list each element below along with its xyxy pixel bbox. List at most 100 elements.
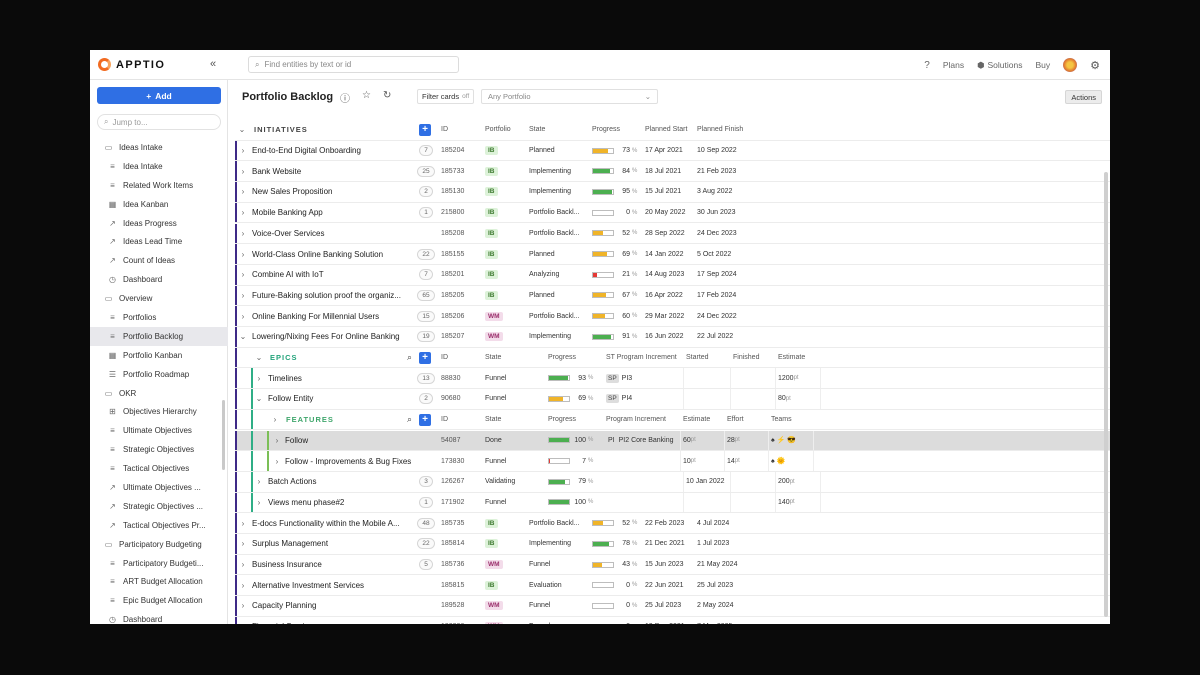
solutions-link[interactable]: ⬢ Solutions xyxy=(977,60,1022,71)
apptio-logo[interactable]: APPTIO xyxy=(98,58,165,71)
initiative-row[interactable]: › Business Insurance 5 185736 WM Funnel 43% 15 … xyxy=(235,554,1110,576)
sidebar-item[interactable]: ≡ ART Budget Allocation xyxy=(90,572,228,591)
initiative-row[interactable]: › Combine AI with IoT 7 185201 IB Analyzing 21… xyxy=(235,264,1110,286)
sidebar-item[interactable]: ◷ Dashboard xyxy=(90,270,228,289)
initiative-row[interactable]: › Capacity Planning 189528 WM Funnel 0% 25 Jul… xyxy=(235,596,1110,617)
chevron-right-icon[interactable]: › xyxy=(238,575,248,595)
sidebar-item[interactable]: ↗ Tactical Objectives Pr... xyxy=(90,516,228,535)
sidebar-item[interactable]: ▦ Portfolio Kanban xyxy=(90,346,228,365)
sidebar-item[interactable]: ≡ Related Work Items xyxy=(90,176,228,195)
chevron-right-icon[interactable]: › xyxy=(238,617,248,624)
initiative-name[interactable]: Business Insurance xyxy=(252,555,420,575)
sidebar-item[interactable]: ↗ Count of Ideas xyxy=(90,251,228,270)
sidebar-item[interactable]: ≡ Idea Intake xyxy=(90,157,228,176)
feature-name[interactable]: Follow - Improvements & Bug Fixes xyxy=(285,451,425,471)
sidebar-item[interactable]: ↗ Strategic Objectives ... xyxy=(90,497,228,516)
initiative-row[interactable]: › Future-Baking solution proof the organi… xyxy=(235,285,1110,307)
chevron-right-icon[interactable]: › xyxy=(254,493,264,513)
initiative-row[interactable]: ⌄ Lowering/Nixing Fees For Online Banking… xyxy=(235,327,1110,348)
sidebar-item[interactable]: ▦ Idea Kanban xyxy=(90,195,228,214)
help-icon[interactable]: ? xyxy=(924,60,930,71)
initiative-row[interactable]: › Voice-Over Services 185208 IB Portfolio Ba… xyxy=(235,223,1110,245)
epic-name[interactable]: Follow Entity xyxy=(268,389,418,409)
add-feature-button[interactable]: + xyxy=(419,410,433,430)
initiative-name[interactable]: Surplus Management xyxy=(252,534,420,554)
sidebar-item[interactable]: ≡ Participatory Budgeti... xyxy=(90,554,228,573)
features-header[interactable]: › FEATURES ⌕ + ID State Progress Program Increm… xyxy=(235,409,1110,431)
chevron-right-icon[interactable]: › xyxy=(238,534,248,554)
filter-cards-toggle[interactable]: Filter cards off xyxy=(417,89,475,104)
sidebar-item[interactable]: ▭ OKR xyxy=(90,384,228,403)
actions-button[interactable]: Actions xyxy=(1065,90,1102,104)
chevron-right-icon[interactable]: › xyxy=(238,265,248,285)
sidebar-item[interactable]: ↗ Ideas Progress xyxy=(90,214,228,233)
initiative-row[interactable]: › Surplus Management 22 185814 IB Implementin… xyxy=(235,534,1110,555)
add-button[interactable]: + Add xyxy=(97,87,221,104)
chevron-right-icon[interactable]: › xyxy=(238,306,248,326)
info-icon[interactable]: ⓘ xyxy=(340,90,350,105)
chevron-right-icon[interactable]: › xyxy=(238,513,248,533)
chevron-right-icon[interactable]: › xyxy=(238,286,248,306)
chevron-right-icon[interactable]: › xyxy=(254,368,264,388)
sidebar-item[interactable]: ↗ Ultimate Objectives ... xyxy=(90,478,228,497)
chevron-right-icon[interactable]: › xyxy=(254,472,264,492)
search-icon[interactable]: ⌕ xyxy=(407,410,417,430)
portfolio-select[interactable]: Any Portfolio ⌄ xyxy=(481,89,658,104)
sidebar-item[interactable]: ↗ Ideas Lead Time xyxy=(90,232,228,251)
chevron-right-icon[interactable]: › xyxy=(238,244,248,264)
epic-row[interactable]: › Views menu phase#2 1 171902 Funnel 100% 140 p… xyxy=(235,492,1110,514)
sidebar-item[interactable]: ⊞ Objectives Hierarchy xyxy=(90,402,228,421)
chevron-right-icon[interactable]: › xyxy=(238,182,248,202)
chevron-right-icon[interactable]: › xyxy=(272,451,282,471)
chevron-down-icon[interactable]: ⌄ xyxy=(254,389,264,409)
sidebar-item[interactable]: ≡ Portfolio Backlog xyxy=(90,326,228,346)
initiative-row[interactable]: › New Sales Proposition 2 185130 IB Implement… xyxy=(235,182,1110,203)
initiative-name[interactable]: New Sales Proposition xyxy=(252,182,420,202)
buy-link[interactable]: Buy xyxy=(1035,60,1050,70)
epics-header[interactable]: ⌄ EPICS ⌕ + ID State Progress ST Program Increm… xyxy=(235,347,1110,369)
sidebar-item[interactable]: ≡ Epic Budget Allocation xyxy=(90,591,228,610)
initiative-name[interactable]: Capacity Planning xyxy=(252,596,420,616)
initiative-row[interactable]: › End-to-End Digital Onboarding 7 185204 IB P… xyxy=(235,140,1110,162)
sidebar-item[interactable]: ≡ Strategic Objectives xyxy=(90,440,228,459)
epic-row[interactable]: › Batch Actions 3 126267 Validating 79% 10 Jan… xyxy=(235,471,1110,493)
sidebar-item[interactable]: ☰ Portfolio Roadmap xyxy=(90,365,228,384)
chevron-down-icon[interactable]: ⌄ xyxy=(254,348,264,368)
sidebar-item[interactable]: ≡ Tactical Objectives xyxy=(90,459,228,478)
star-icon[interactable]: ☆ xyxy=(362,90,371,105)
initiative-row[interactable]: › Alternative Investment Services 185815 IB… xyxy=(235,575,1110,597)
add-initiative-button[interactable]: + xyxy=(419,120,433,140)
add-epic-button[interactable]: + xyxy=(419,348,433,368)
initiative-name[interactable]: Financial Services xyxy=(252,617,420,624)
initiative-row[interactable]: › Bank Website 25 185733 IB Implementing 84% 18… xyxy=(235,161,1110,183)
initiative-name[interactable]: End-to-End Digital Onboarding xyxy=(252,141,420,161)
initiative-row[interactable]: › Online Banking For Millennial Users 15 18… xyxy=(235,306,1110,327)
initiative-name[interactable]: Bank Website xyxy=(252,161,420,181)
feature-row[interactable]: › Follow 54087 Done 100% PI PI2 Core Banking 60… xyxy=(235,430,1110,452)
search-input[interactable]: ⌕ Find entities by text or id xyxy=(248,56,459,73)
feature-name[interactable]: Follow xyxy=(285,431,425,451)
collapse-sidebar-icon[interactable]: « xyxy=(210,58,216,70)
search-icon[interactable]: ⌕ xyxy=(407,348,417,368)
jump-to-input[interactable]: ⌕ Jump to... xyxy=(97,114,221,130)
initiative-name[interactable]: Voice-Over Services xyxy=(252,224,420,244)
initiative-row[interactable]: › E-docs Functionality within the Mobile … xyxy=(235,513,1110,534)
epic-row[interactable]: ⌄ Follow Entity 2 90680 Funnel 69% SP PI4 80 pt xyxy=(235,389,1110,410)
chevron-right-icon[interactable]: › xyxy=(238,141,248,161)
initiative-name[interactable]: Alternative Investment Services xyxy=(252,575,420,595)
initiative-name[interactable]: E-docs Functionality within the Mobile A… xyxy=(252,513,420,533)
chevron-right-icon[interactable]: › xyxy=(238,596,248,616)
epic-row[interactable]: › Timelines 13 88830 Funnel 93% SP PI3 1200 pt xyxy=(235,368,1110,390)
initiative-row[interactable]: › Mobile Banking App 1 215800 IB Portfolio Ba… xyxy=(235,202,1110,224)
refresh-icon[interactable]: ↻ xyxy=(383,90,391,105)
user-avatar[interactable] xyxy=(1063,58,1078,72)
chevron-down-icon[interactable]: ⌄ xyxy=(238,327,248,347)
epic-name[interactable]: Batch Actions xyxy=(268,472,418,492)
chevron-right-icon[interactable]: › xyxy=(238,224,248,244)
chevron-right-icon[interactable]: › xyxy=(238,203,248,223)
epic-name[interactable]: Timelines xyxy=(268,368,418,388)
initiative-name[interactable]: Mobile Banking App xyxy=(252,203,420,223)
plans-link[interactable]: Plans xyxy=(943,60,964,70)
sidebar-item[interactable]: ▭ Overview xyxy=(90,289,228,308)
chevron-right-icon[interactable]: › xyxy=(238,555,248,575)
